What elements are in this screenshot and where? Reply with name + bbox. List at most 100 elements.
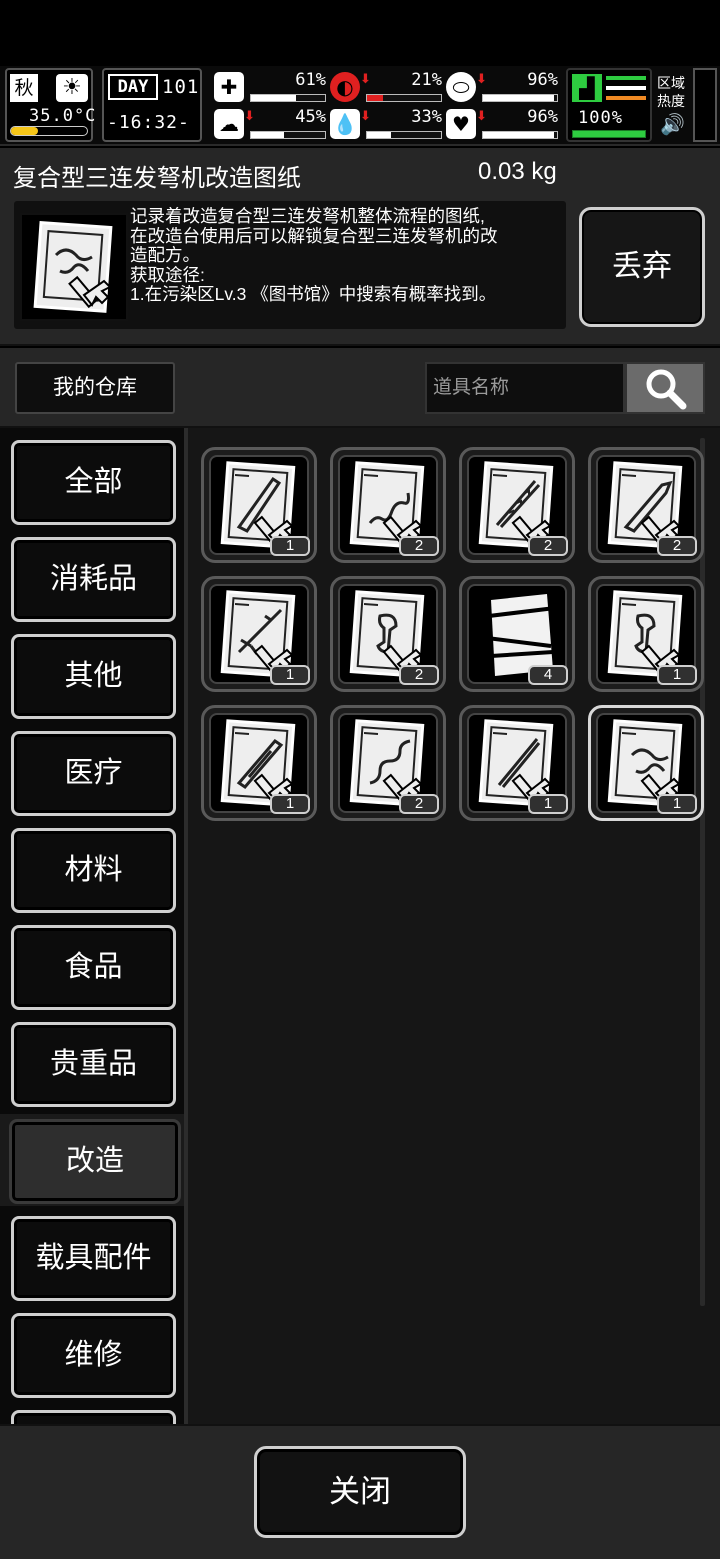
- item-count-badge: 2: [399, 794, 439, 814]
- medkit-icon: ✚: [214, 72, 244, 102]
- inventory-slot[interactable]: 1: [201, 447, 317, 563]
- stat-heart-bar: [482, 131, 558, 139]
- zone-heat-label-line2: 热度: [657, 93, 685, 109]
- stat-mood-value: 45%: [295, 107, 326, 127]
- brain-icon: ☁: [214, 109, 244, 139]
- item-count-badge: 2: [528, 536, 568, 556]
- category-materials[interactable]: 材料: [11, 828, 176, 913]
- item-weight: 0.03 kg: [478, 158, 557, 185]
- category-valuables[interactable]: 贵重品: [11, 1022, 176, 1107]
- inventory-slot[interactable]: 2: [330, 576, 446, 692]
- stat-thirst-value: 33%: [411, 107, 442, 127]
- item-count-badge: 1: [270, 794, 310, 814]
- inventory-slot[interactable]: 1: [201, 705, 317, 821]
- sun-icon: ☀: [56, 74, 88, 102]
- category-medical[interactable]: 医疗: [11, 731, 176, 816]
- season-panel: 秋 ☀ 35.0°C: [5, 68, 97, 142]
- category-modification[interactable]: 改造: [9, 1119, 181, 1204]
- stat-heart-value: 96%: [527, 107, 558, 127]
- stat-thirst: 💧 ⬇ 33%: [330, 107, 442, 139]
- description-line: 获取途径:: [130, 264, 205, 285]
- day-panel: DAY 101 -16:32-: [102, 68, 202, 142]
- item-count-badge: 1: [270, 665, 310, 685]
- zone-heat-label: 区域 热度: [657, 74, 691, 110]
- item-count-badge: 4: [528, 665, 568, 685]
- inventory-slot[interactable]: 2: [588, 447, 704, 563]
- stat-hunger-bar: [366, 94, 442, 102]
- inventory-slot[interactable]: 2: [330, 447, 446, 563]
- inventory-slot[interactable]: 1: [201, 576, 317, 692]
- category-sidebar: 全部 消耗品 其他 医疗 材料 食品 贵重品 改造 载具配件 维修: [0, 428, 188, 1424]
- stomach-icon: ◐: [330, 72, 360, 102]
- item-description-box: 记录着改造复合型三连发弩机整体流程的图纸, 在改造台使用后可以解锁复合型三连发弩…: [14, 201, 566, 329]
- category-other[interactable]: 其他: [11, 634, 176, 719]
- grid-scrollbar[interactable]: [700, 438, 705, 1306]
- stat-hunger-fill: [367, 95, 383, 101]
- category-more[interactable]: [11, 1410, 176, 1424]
- stat-health-fill: [251, 95, 297, 101]
- stat-mood-fill: [251, 132, 285, 138]
- season-label: 秋: [10, 74, 38, 102]
- stat-hunger-value: 21%: [411, 70, 442, 90]
- stat-hunger: ◐ ⬇ 21%: [330, 70, 442, 102]
- warehouse-title: 我的仓库: [15, 362, 175, 414]
- inventory-slot[interactable]: 2: [459, 447, 575, 563]
- day-number: 101: [162, 76, 200, 98]
- search-button[interactable]: [625, 362, 705, 414]
- zone-heat-meter: [693, 68, 717, 142]
- boot-icon: ▟: [572, 74, 602, 102]
- inventory-slot[interactable]: 1: [459, 705, 575, 821]
- inventory-slot[interactable]: 1: [588, 576, 704, 692]
- discard-button[interactable]: 丢弃: [579, 207, 705, 327]
- stat-medicine-fill: [483, 95, 555, 101]
- temperature-bar-icon: [10, 126, 88, 136]
- bottom-bar: 关闭: [0, 1424, 720, 1559]
- speaker-icon[interactable]: 🔊: [660, 112, 685, 136]
- temperature-value: 35.0°C: [29, 106, 97, 126]
- category-consumables[interactable]: 消耗品: [11, 537, 176, 622]
- clock-time: -16:32-: [107, 112, 190, 133]
- stat-medicine-bar: [482, 94, 558, 102]
- category-food[interactable]: 食品: [11, 925, 176, 1010]
- description-line: 记录着改造复合型三连发弩机整体流程的图纸,: [130, 206, 485, 226]
- item-count-badge: 1: [657, 665, 697, 685]
- water-drop-icon: 💧: [330, 109, 360, 139]
- heart-icon: ♥: [446, 109, 476, 139]
- item-count-badge: 1: [270, 536, 310, 556]
- inventory-slot[interactable]: 4: [459, 576, 575, 692]
- stat-heart-fill: [483, 132, 555, 138]
- item-name: 复合型三连发弩机改造图纸: [13, 165, 301, 192]
- stat-medicine-value: 96%: [527, 70, 558, 90]
- warehouse-header: 我的仓库: [0, 348, 720, 428]
- stat-medicine: ⬭ ⬇ 96%: [446, 70, 558, 102]
- item-count-badge: 1: [528, 794, 568, 814]
- stat-thirst-bar: [366, 131, 442, 139]
- stamina-value: 100%: [578, 108, 623, 128]
- item-count-badge: 2: [399, 665, 439, 685]
- status-bar: 秋 ☀ 35.0°C DAY 101 -16:32- ✚ 61% ◐ ⬇ 21%…: [0, 66, 720, 146]
- day-label: DAY: [108, 74, 158, 100]
- stat-heart: ♥ ⬇ 96%: [446, 107, 558, 139]
- category-vehicle-parts[interactable]: 载具配件: [11, 1216, 176, 1301]
- pill-icon: ⬭: [446, 72, 476, 102]
- stat-health-bar: [250, 94, 326, 102]
- category-repair[interactable]: 维修: [11, 1313, 176, 1398]
- item-count-badge: 2: [657, 536, 697, 556]
- item-description: 记录着改造复合型三连发弩机整体流程的图纸, 在改造台使用后可以解锁复合型三连发弩…: [130, 206, 562, 305]
- category-all[interactable]: 全部: [11, 440, 176, 525]
- stat-thirst-fill: [367, 132, 392, 138]
- close-button[interactable]: 关闭: [254, 1446, 466, 1538]
- search-icon: [646, 369, 687, 410]
- stat-health-value: 61%: [295, 70, 326, 90]
- item-count-badge: 1: [657, 794, 697, 814]
- inventory-slot[interactable]: 2: [330, 705, 446, 821]
- item-info-panel: 复合型三连发弩机改造图纸 0.03 kg 记录着改造复合型三连发弩机整体流程的图…: [0, 148, 720, 346]
- stat-mood: ☁ ⬇ 45%: [214, 107, 326, 139]
- inventory-slot[interactable]: 1: [588, 705, 704, 821]
- stamina-panel: ▟ 100%: [566, 68, 652, 142]
- search-input[interactable]: [425, 362, 625, 414]
- item-grid: 1 2 2 2 1 2 4 1 1 2 1 1: [188, 428, 720, 1424]
- description-line: 在改造台使用后可以解锁复合型三连发弩机的改: [130, 225, 498, 246]
- stat-mood-bar: [250, 131, 326, 139]
- stat-health: ✚ 61%: [214, 70, 326, 102]
